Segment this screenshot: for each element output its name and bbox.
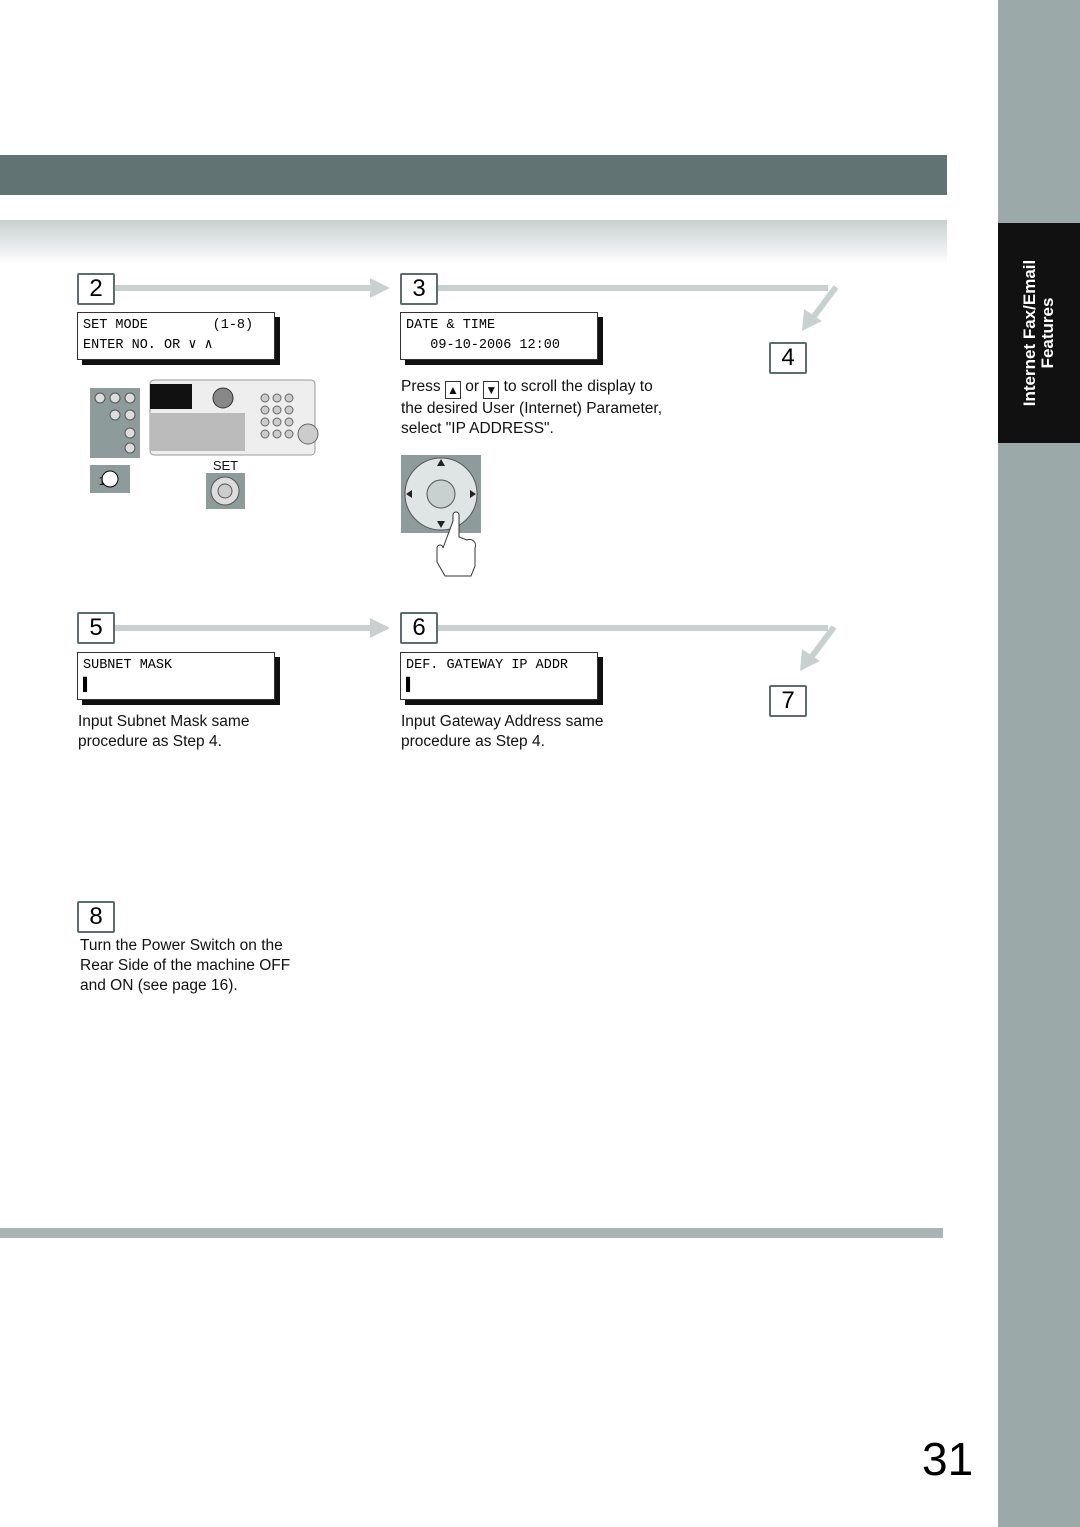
text: the desired User (Internet) Parameter, [401, 400, 663, 417]
down-key-icon: ▼ [483, 381, 500, 399]
navigation-key-illustration [401, 455, 481, 577]
step-3-badge: 3 [400, 273, 438, 305]
text: Press [401, 378, 441, 395]
lcd-display: DATE & TIME 09-10-2006 12:00 [400, 312, 598, 360]
text: Input Subnet Mask same [78, 713, 250, 730]
gradient-band [0, 220, 947, 264]
flow-line [438, 285, 828, 291]
step-8-text: Turn the Power Switch on the Rear Side of… [80, 936, 290, 996]
step-4-badge: 4 [769, 342, 807, 374]
step-6-badge: 6 [400, 612, 438, 644]
text: Turn the Power Switch on the [80, 937, 283, 954]
flow-line [438, 625, 828, 631]
arrow-down-left-icon [800, 625, 837, 671]
step-5-badge: 5 [77, 612, 115, 644]
up-key-icon: ▲ [444, 381, 461, 399]
control-panel-illustration [90, 379, 319, 509]
lcd-line: 09-10-2006 12:00 [406, 338, 560, 353]
text: procedure as Step 4. [78, 733, 222, 750]
lcd-line: DEF. GATEWAY IP ADDR [406, 658, 569, 673]
text: procedure as Step 4. [401, 733, 545, 750]
flow-line [115, 625, 375, 631]
step-2-badge: 2 [77, 273, 115, 305]
tab-line1: Internet Fax/Email [1020, 259, 1039, 407]
tab-line2: Features [1038, 297, 1057, 369]
step-3-instructions: Press ▲ or ▼ to scroll the display to th… [401, 377, 701, 439]
text: select "IP ADDRESS". [401, 420, 554, 437]
text: and ON (see page 16). [80, 977, 238, 994]
lcd-line: SUBNET MASK [83, 658, 173, 673]
lcd-display: SUBNET MASK ▌ [77, 652, 275, 700]
header-bar [0, 155, 947, 195]
step-7-badge: 7 [769, 685, 807, 717]
text: Input Gateway Address same [401, 713, 604, 730]
key-1-label: 1 [98, 474, 106, 488]
flow-line [115, 285, 375, 291]
footer-bar [0, 1228, 943, 1238]
set-label: SET [212, 458, 239, 473]
page-number: 31 [922, 1433, 974, 1485]
arrow-down-left-icon [802, 285, 839, 331]
text: to scroll the display to [503, 378, 653, 395]
lcd-cursor: ▌ [406, 678, 415, 693]
lcd-line: SET MODE (1-8) [83, 318, 254, 333]
text: or [465, 378, 480, 395]
arrow-right-icon [370, 278, 390, 298]
lcd-display: DEF. GATEWAY IP ADDR ▌ [400, 652, 598, 700]
lcd-display: SET MODE (1-8) ENTER NO. OR ∨ ∧ [77, 312, 275, 360]
lcd-line: ENTER NO. OR ∨ ∧ [83, 338, 213, 353]
lcd-line: DATE & TIME [406, 318, 496, 333]
lcd-cursor: ▌ [83, 678, 92, 693]
step-8-badge: 8 [77, 901, 115, 933]
section-tab[interactable]: Internet Fax/Email Features [998, 223, 1080, 443]
step-6-text: Input Gateway Address same procedure as S… [401, 712, 603, 752]
arrow-right-icon [370, 618, 390, 638]
step-5-text: Input Subnet Mask same procedure as Step … [78, 712, 249, 752]
text: Rear Side of the machine OFF [80, 957, 291, 974]
